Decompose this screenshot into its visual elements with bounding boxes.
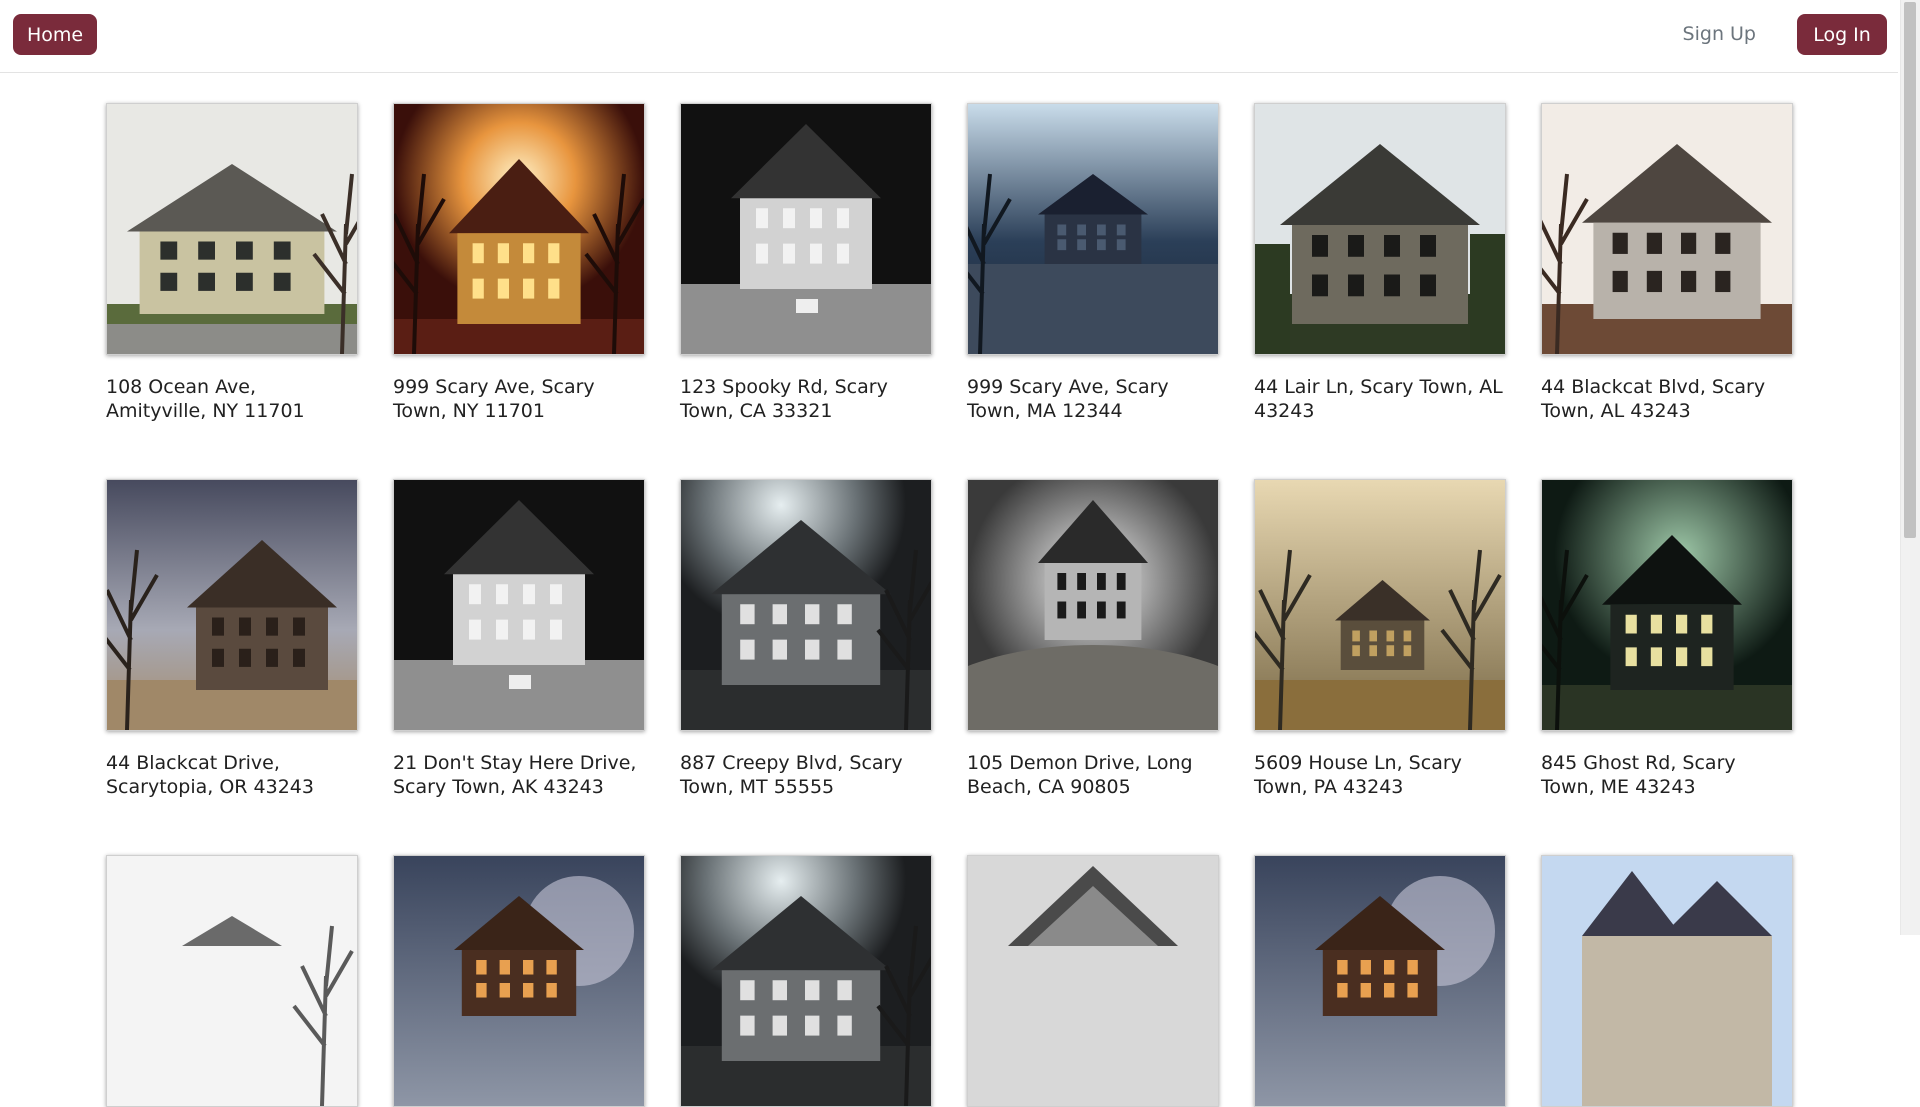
listing-card[interactable]: 845 Ghost Rd, Scary Town, ME 43243 [1541, 479, 1793, 799]
listing-card[interactable]: 44 Lair Ln, Scary Town, AL 43243 [1254, 103, 1506, 423]
listing-photo[interactable] [1254, 855, 1506, 1107]
listing-card[interactable]: 123 Spooky Rd, Scary Town, CA 33321 [680, 103, 932, 423]
listing-photo[interactable] [106, 855, 358, 1107]
listing-card[interactable]: 999 Scary Ave, Scary Town, NY 11701 [393, 103, 645, 423]
listing-photo[interactable] [1254, 479, 1506, 731]
log-in-button[interactable]: Log In [1797, 14, 1887, 55]
listing-card[interactable]: 108 Ocean Ave, Amityville, NY 11701 [106, 103, 358, 423]
listing-card[interactable]: 44 Blackcat Blvd, Scary Town, AL 43243 [1541, 103, 1793, 423]
listing-photo[interactable] [106, 479, 358, 731]
listing-photo[interactable] [1254, 103, 1506, 355]
listing-card[interactable]: 5609 House Ln, Scary Town, PA 43243 [1254, 479, 1506, 799]
navbar: Home Sign Up Log In [0, 0, 1898, 73]
listing-address[interactable]: 44 Blackcat Blvd, Scary Town, AL 43243 [1541, 375, 1791, 423]
vertical-scrollbar[interactable] [1900, 0, 1920, 935]
listing-photo[interactable] [1541, 855, 1793, 1107]
listing-photo[interactable] [680, 103, 932, 355]
listing-card[interactable] [1254, 855, 1506, 1107]
listing-address[interactable]: 999 Scary Ave, Scary Town, MA 12344 [967, 375, 1217, 423]
listing-address[interactable]: 44 Lair Ln, Scary Town, AL 43243 [1254, 375, 1504, 423]
sign-up-link[interactable]: Sign Up [1683, 14, 1756, 55]
listing-address[interactable]: 21 Don't Stay Here Drive, Scary Town, AK… [393, 751, 643, 799]
listing-card[interactable]: 887 Creepy Blvd, Scary Town, MT 55555 [680, 479, 932, 799]
listing-address[interactable]: 44 Blackcat Drive, Scarytopia, OR 43243 [106, 751, 356, 799]
listing-card[interactable]: 105 Demon Drive, Long Beach, CA 90805 [967, 479, 1219, 799]
listing-photo[interactable] [967, 479, 1219, 731]
listing-address[interactable]: 999 Scary Ave, Scary Town, NY 11701 [393, 375, 643, 423]
listing-address[interactable]: 123 Spooky Rd, Scary Town, CA 33321 [680, 375, 930, 423]
listing-photo[interactable] [967, 855, 1219, 1107]
listing-photo[interactable] [106, 103, 358, 355]
listing-card[interactable] [967, 855, 1219, 1107]
listing-photo[interactable] [393, 479, 645, 731]
listing-address[interactable]: 845 Ghost Rd, Scary Town, ME 43243 [1541, 751, 1791, 799]
listing-photo[interactable] [680, 479, 932, 731]
listing-address[interactable]: 887 Creepy Blvd, Scary Town, MT 55555 [680, 751, 930, 799]
listing-card[interactable]: 21 Don't Stay Here Drive, Scary Town, AK… [393, 479, 645, 799]
listing-card[interactable] [393, 855, 645, 1107]
listing-photo[interactable] [967, 103, 1219, 355]
listing-photo[interactable] [1541, 103, 1793, 355]
listing-photo[interactable] [680, 855, 932, 1107]
listing-card[interactable] [680, 855, 932, 1107]
listing-card[interactable] [1541, 855, 1793, 1107]
scrollbar-thumb[interactable] [1904, 2, 1916, 538]
listing-address[interactable]: 105 Demon Drive, Long Beach, CA 90805 [967, 751, 1217, 799]
listing-card[interactable]: 44 Blackcat Drive, Scarytopia, OR 43243 [106, 479, 358, 799]
listing-address[interactable]: 108 Ocean Ave, Amityville, NY 11701 [106, 375, 356, 423]
listing-photo[interactable] [1541, 479, 1793, 731]
listing-card[interactable] [106, 855, 358, 1107]
home-button[interactable]: Home [13, 14, 97, 55]
listing-card[interactable]: 999 Scary Ave, Scary Town, MA 12344 [967, 103, 1219, 423]
listing-address[interactable]: 5609 House Ln, Scary Town, PA 43243 [1254, 751, 1504, 799]
listing-photo[interactable] [393, 855, 645, 1107]
listing-photo[interactable] [393, 103, 645, 355]
